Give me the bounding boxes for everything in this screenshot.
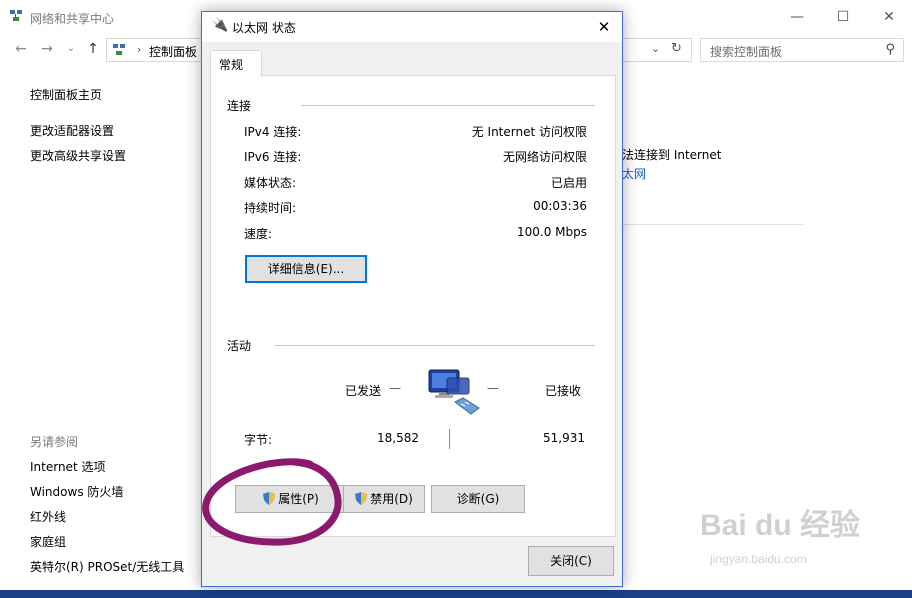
- up-arrow-icon[interactable]: ↑: [84, 40, 102, 58]
- close-button[interactable]: ✕: [866, 4, 912, 30]
- received-connector-line: —: [487, 381, 499, 395]
- see-also-infrared[interactable]: 红外线: [30, 508, 66, 525]
- network-icon: [10, 10, 22, 21]
- minimize-button[interactable]: —: [774, 4, 820, 30]
- see-also-internet-options[interactable]: Internet 选项: [30, 458, 105, 475]
- see-also-heading: 另请参阅: [30, 435, 79, 449]
- network-icon: [113, 44, 125, 55]
- search-icon[interactable]: ⚲: [885, 42, 895, 57]
- dialog-close-icon[interactable]: ✕: [586, 12, 622, 42]
- ethernet-status-dialog: 🔌 以太网 状态 ✕ 常规 连接 IPv4 连接: 无 Internet 访问权…: [201, 11, 623, 587]
- recent-dropdown-icon[interactable]: ⌄: [62, 40, 80, 58]
- breadcrumb-separator: ›: [137, 43, 142, 56]
- see-also-homegroup[interactable]: 家庭组: [30, 533, 66, 550]
- uac-shield-icon: [355, 492, 368, 505]
- ethernet-plug-icon: 🔌: [212, 18, 229, 33]
- network-computers-icon: [428, 369, 480, 415]
- tab-general-label: 常规: [219, 58, 244, 72]
- disable-button-label: 禁用(D): [370, 492, 413, 506]
- breadcrumb-control-panel[interactable]: 控制面板: [149, 43, 197, 60]
- connection-link[interactable]: 太网: [622, 165, 646, 182]
- ipv4-label: IPv4 连接:: [244, 125, 302, 139]
- general-tab-panel: 连接 IPv4 连接: 无 Internet 访问权限 IPv6 连接: 无网络…: [210, 75, 616, 537]
- close-button[interactable]: 关闭(C): [528, 546, 614, 576]
- ipv6-label: IPv6 连接:: [244, 150, 302, 164]
- diagnose-button[interactable]: 诊断(G): [431, 485, 525, 513]
- sent-label: 已发送: [345, 384, 382, 398]
- search-input[interactable]: 搜索控制面板 ⚲: [700, 38, 904, 62]
- sent-connector-line: —: [389, 381, 401, 395]
- divider: [275, 345, 595, 346]
- watermark-url: jingyan.baidu.com: [710, 552, 807, 566]
- details-button[interactable]: 详细信息(E)...: [245, 255, 367, 283]
- back-arrow-icon[interactable]: ←: [12, 40, 30, 58]
- dialog-title: 以太网 状态: [232, 21, 296, 35]
- media-state-label: 媒体状态:: [244, 176, 297, 190]
- ipv4-value: 无 Internet 访问权限: [471, 125, 587, 139]
- see-also-windows-firewall[interactable]: Windows 防火墙: [30, 483, 123, 500]
- received-label: 已接收: [545, 384, 582, 398]
- watermark-brand: Bai du 经验: [700, 509, 861, 542]
- window-title: 网络和共享中心: [30, 12, 115, 26]
- baidu-watermark: Bai du 经验 jingyan.baidu.com: [700, 500, 900, 580]
- nav-advanced-sharing-settings[interactable]: 更改高级共享设置: [30, 147, 126, 164]
- bytes-sent-value: 18,582: [377, 431, 419, 445]
- bytes-divider: [449, 429, 450, 449]
- bytes-received-value: 51,931: [543, 431, 585, 445]
- nav-control-panel-home[interactable]: 控制面板主页: [30, 86, 102, 103]
- uac-shield-icon: [263, 492, 276, 505]
- media-state-value: 已启用: [550, 176, 587, 190]
- address-dropdown-icon[interactable]: ⌄: [651, 42, 660, 55]
- ipv6-value: 无网络访问权限: [502, 150, 587, 164]
- tab-general[interactable]: 常规: [210, 50, 262, 77]
- bytes-label: 字节:: [244, 433, 273, 447]
- properties-button-label: 属性(P): [278, 492, 319, 506]
- duration-value: 00:03:36: [533, 199, 587, 213]
- disable-button[interactable]: 禁用(D): [343, 485, 425, 513]
- divider: [622, 224, 804, 225]
- see-also-intel-proset[interactable]: 英特尔(R) PROSet/无线工具: [30, 558, 184, 575]
- speed-label: 速度:: [244, 227, 273, 241]
- maximize-button[interactable]: ☐: [820, 4, 866, 30]
- forward-arrow-icon[interactable]: →: [38, 40, 56, 58]
- speed-value: 100.0 Mbps: [516, 225, 587, 239]
- access-type-text: 法连接到 Internet: [622, 148, 722, 162]
- connection-heading: 连接: [227, 99, 252, 113]
- activity-heading: 活动: [227, 339, 252, 353]
- dialog-title-bar: 🔌 以太网 状态 ✕: [202, 12, 622, 42]
- taskbar-edge: [0, 590, 912, 598]
- divider: [301, 105, 595, 106]
- properties-button[interactable]: 属性(P): [235, 485, 347, 513]
- search-placeholder: 搜索控制面板: [710, 45, 783, 59]
- duration-label: 持续时间:: [244, 201, 297, 215]
- refresh-icon[interactable]: ↻: [671, 41, 682, 56]
- nav-change-adapter-settings[interactable]: 更改适配器设置: [30, 122, 114, 139]
